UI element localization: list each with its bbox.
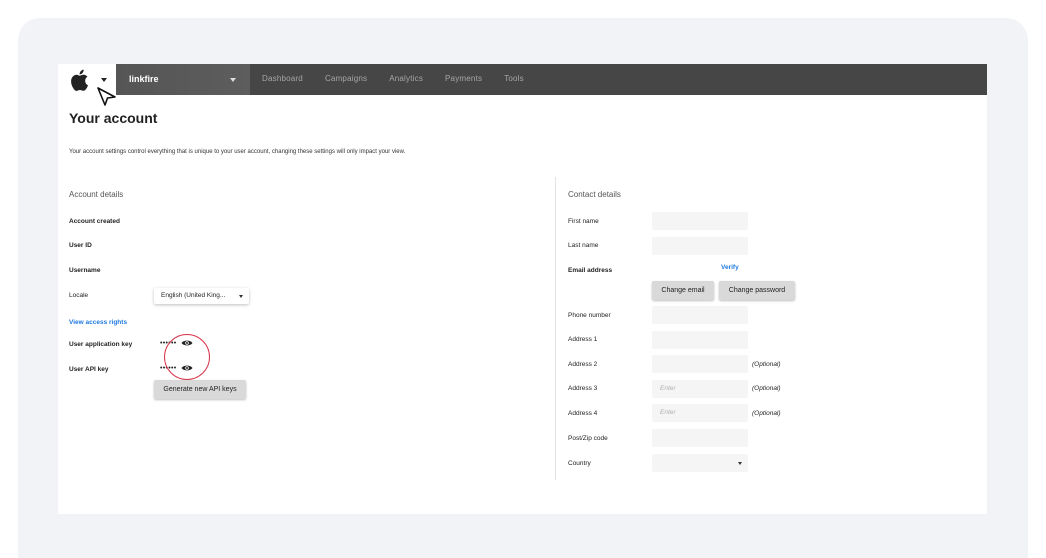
page-title: Your account <box>69 110 158 126</box>
last-name-label: Last name <box>568 242 599 249</box>
contact-details-heading: Contact details <box>568 190 621 199</box>
mouse-cursor-icon <box>97 87 116 106</box>
address-3-label: Address 3 <box>568 385 598 392</box>
nav-analytics[interactable]: Analytics <box>389 74 423 83</box>
section-divider <box>555 177 556 480</box>
verify-email-link[interactable]: Verify <box>721 264 739 271</box>
organization-name: linkfire <box>129 74 159 84</box>
nav-campaigns[interactable]: Campaigns <box>325 74 367 83</box>
user-application-key-label: User application key <box>69 341 133 348</box>
country-select[interactable] <box>652 454 748 472</box>
username-label: Username <box>69 267 101 274</box>
address-3-optional: (Optional) <box>752 385 781 392</box>
address-1-field[interactable] <box>652 331 748 349</box>
address-4-field[interactable]: Enter <box>652 404 748 422</box>
apple-logo-icon <box>71 69 88 91</box>
account-details-heading: Account details <box>69 190 124 199</box>
phone-number-label: Phone number <box>568 312 611 319</box>
address-2-label: Address 2 <box>568 361 598 368</box>
change-password-button[interactable]: Change password <box>719 281 795 300</box>
main-nav: Dashboard Campaigns Analytics Payments T… <box>262 74 546 83</box>
locale-value: English (United King... <box>161 292 226 299</box>
highlight-circle <box>164 334 210 380</box>
address-4-optional: (Optional) <box>752 410 781 417</box>
email-address-label: Email address <box>568 267 613 274</box>
country-label: Country <box>568 460 591 467</box>
locale-select[interactable]: English (United King... <box>154 288 249 304</box>
address-2-optional: (Optional) <box>752 361 781 368</box>
chevron-down-icon <box>239 295 243 298</box>
address-4-label: Address 4 <box>568 410 598 417</box>
chevron-down-icon <box>738 462 742 465</box>
page-intro: Your account settings control everything… <box>69 149 406 155</box>
nav-dashboard[interactable]: Dashboard <box>262 74 303 83</box>
organization-selector[interactable]: linkfire <box>116 64 250 95</box>
postcode-field[interactable] <box>652 429 748 447</box>
view-access-rights-link[interactable]: View access rights <box>69 319 127 326</box>
user-api-key-label: User API key <box>69 366 109 373</box>
change-email-button[interactable]: Change email <box>652 281 714 300</box>
first-name-field[interactable] <box>652 212 748 230</box>
nav-payments[interactable]: Payments <box>445 74 482 83</box>
first-name-label: First name <box>568 218 599 225</box>
chevron-down-icon <box>230 78 236 82</box>
postcode-label: Post/Zip code <box>568 435 608 442</box>
account-created-label: Account created <box>69 218 120 225</box>
last-name-field[interactable] <box>652 237 748 255</box>
address-1-label: Address 1 <box>568 336 598 343</box>
chevron-down-icon <box>101 78 107 82</box>
nav-tools[interactable]: Tools <box>504 74 524 83</box>
user-id-label: User ID <box>69 242 92 249</box>
phone-number-field[interactable] <box>652 306 748 324</box>
generate-api-keys-button[interactable]: Generate new API keys <box>154 380 246 399</box>
locale-label: Locale <box>69 292 89 299</box>
top-navbar: linkfire Dashboard Campaigns Analytics P… <box>58 64 987 95</box>
address-2-field[interactable] <box>652 355 748 373</box>
address-3-field[interactable]: Enter <box>652 380 748 398</box>
